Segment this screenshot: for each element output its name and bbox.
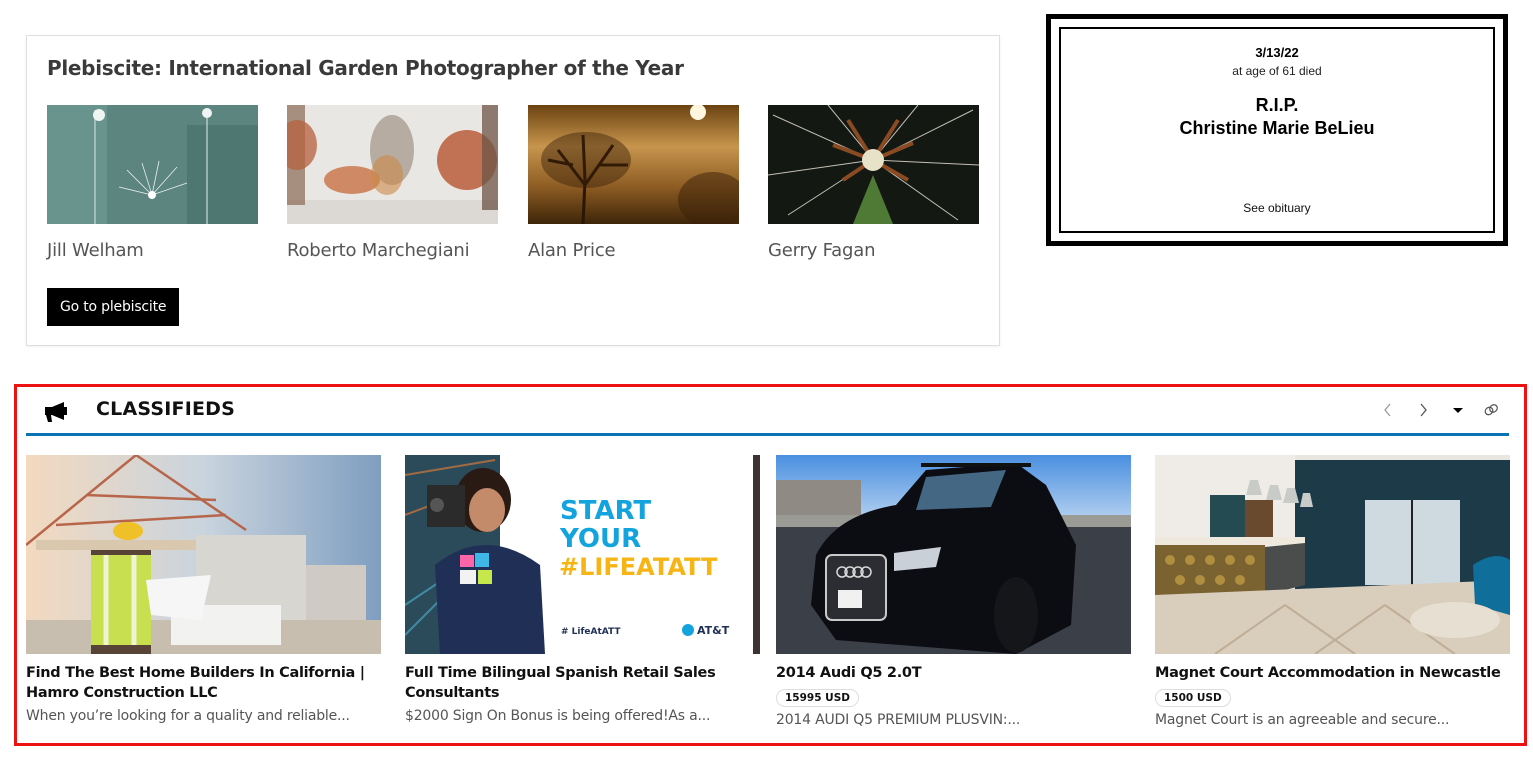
plebiscite-title: Plebiscite: International Garden Photogr… [47, 56, 684, 80]
classified-ad[interactable]: Find The Best Home Builders In Californi… [26, 455, 381, 724]
misty-swamp-cypress-photo[interactable] [287, 105, 498, 224]
lobby-interior-photo[interactable] [1155, 455, 1510, 654]
construction-worker-photo[interactable] [26, 455, 381, 654]
classified-title[interactable]: Find The Best Home Builders In Californi… [26, 663, 381, 703]
classified-title[interactable]: Magnet Court Accommodation in Newcastle [1155, 663, 1510, 683]
classified-description: When you’re looking for a quality and re… [26, 708, 350, 724]
obituary-inner-frame: 3/13/22 at age of 61 died R.I.P. Christi… [1059, 27, 1495, 233]
see-obituary-link[interactable]: See obituary [1061, 201, 1493, 215]
classified-description: Magnet Court is an agreeable and secure.… [1155, 712, 1450, 728]
price-badge: 1500 USD [1155, 689, 1231, 707]
classifieds-section: CLASSIFIEDS Find The Best Home Builders … [14, 384, 1527, 746]
chevron-right-icon[interactable] [1413, 400, 1433, 420]
link-icon[interactable] [1481, 400, 1501, 420]
classified-ad[interactable]: Magnet Court Accommodation in Newcastle … [1155, 455, 1510, 728]
classified-description: 2014 AUDI Q5 PREMIUM PLUSVIN:... [776, 712, 1021, 728]
go-to-plebiscite-button[interactable]: Go to plebiscite [47, 288, 180, 326]
deceased-name: Christine Marie BeLieu [1179, 118, 1375, 138]
frosted-seedhead-photo[interactable] [47, 105, 258, 224]
obituary-card: 3/13/22 at age of 61 died R.I.P. Christi… [1046, 14, 1508, 246]
plebiscite-entry[interactable]: Roberto Marchegiani [287, 105, 498, 261]
classified-description: $2000 Sign On Bonus is being offered!As … [405, 708, 711, 724]
photographer-name: Jill Welham [47, 240, 144, 261]
obituary-date: 3/13/22 [1255, 45, 1299, 60]
rip-label: R.I.P. [1255, 95, 1299, 115]
classifieds-title: CLASSIFIEDS [96, 398, 236, 420]
banner-brand: AT&T [697, 624, 730, 637]
dandelion-macro-photo[interactable] [768, 105, 979, 224]
obituary-heading: R.I.P. Christine Marie BeLieu [1061, 94, 1493, 140]
chevron-left-icon[interactable] [1378, 400, 1398, 420]
classified-title[interactable]: Full Time Bilingual Spanish Retail Sales… [405, 663, 760, 703]
plebiscite-entry[interactable]: Gerry Fagan [768, 105, 979, 261]
sepia-tree-mist-photo[interactable] [528, 105, 739, 224]
price-badge: 15995 USD [776, 689, 859, 707]
banner-line-3: #LIFEATATT [559, 553, 718, 581]
att-recruiting-banner[interactable]: START YOUR #LIFEATATT # LifeAtATT AT&T [405, 455, 760, 654]
plebiscite-entry[interactable]: Jill Welham [47, 105, 258, 261]
plebiscite-entry[interactable]: Alan Price [528, 105, 739, 261]
photographer-name: Gerry Fagan [768, 240, 876, 261]
classifieds-header: CLASSIFIEDS [26, 387, 1509, 436]
obituary-age: at age of 61 died [1232, 64, 1322, 78]
caret-down-icon[interactable] [1448, 400, 1468, 420]
plebiscite-card: Plebiscite: International Garden Photogr… [26, 35, 1000, 346]
banner-line-2: YOUR [559, 524, 641, 554]
banner-line-1: START [560, 496, 651, 526]
black-audi-suv-photo[interactable] [776, 455, 1131, 654]
photographer-name: Alan Price [528, 240, 616, 261]
banner-hashtag: # LifeAtATT [561, 627, 621, 637]
classified-title[interactable]: 2014 Audi Q5 2.0T [776, 663, 1131, 683]
megaphone-icon [45, 402, 67, 422]
photographer-name: Roberto Marchegiani [287, 240, 470, 261]
classified-ad[interactable]: 2014 Audi Q5 2.0T 15995 USD 2014 AUDI Q5… [776, 455, 1131, 728]
classified-ad[interactable]: START YOUR #LIFEATATT # LifeAtATT AT&T F… [405, 455, 760, 724]
